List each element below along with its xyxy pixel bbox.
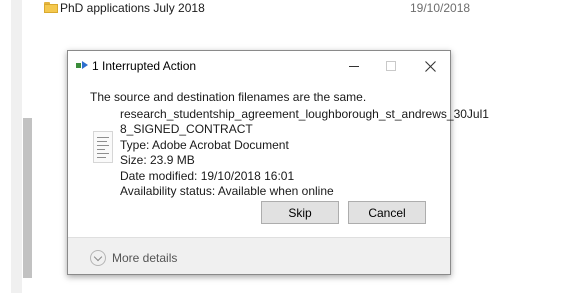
file-info: research_studentship_agreement_loughboro… [120, 107, 489, 199]
interrupted-action-dialog: 1 Interrupted Action The source and dest… [67, 50, 489, 275]
dialog-footer: More details [68, 237, 450, 274]
maximize-button [371, 51, 411, 81]
file-list-row[interactable]: PhD applications July 2018 19/10/2018 [40, 0, 579, 18]
copy-progress-icon [76, 60, 90, 72]
skip-button[interactable]: Skip [261, 201, 339, 224]
close-button[interactable] [410, 51, 450, 81]
screen: PhD applications July 2018 19/10/2018 1 … [0, 0, 579, 293]
file-date-modified: Date modified: 19/10/2018 16:01 [120, 168, 295, 183]
file-name-line1: research_studentship_agreement_loughboro… [120, 107, 489, 121]
minimize-icon [349, 65, 359, 67]
file-date: 19/10/2018 [410, 1, 471, 15]
close-icon [424, 60, 436, 72]
more-details-toggle[interactable]: More details [112, 251, 177, 265]
navigation-pane-edge [0, 0, 11, 293]
dialog-message: The source and destination filenames are… [90, 90, 367, 104]
chevron-down-icon[interactable] [90, 250, 106, 266]
maximize-icon [386, 61, 396, 71]
dialog-title: 1 Interrupted Action [92, 59, 197, 73]
navigation-scrollbar[interactable] [11, 0, 32, 293]
file-availability: Availability status: Available when onli… [120, 184, 334, 199]
file-size: Size: 23.9 MB [120, 153, 195, 168]
pdf-document-icon [93, 131, 113, 163]
dialog-titlebar[interactable]: 1 Interrupted Action [68, 51, 450, 81]
minimize-button[interactable] [334, 51, 374, 81]
scrollbar-thumb[interactable] [23, 118, 32, 278]
file-name-line2: 8_SIGNED_CONTRACT [120, 122, 253, 137]
file-name: PhD applications July 2018 [60, 1, 205, 15]
file-type: Type: Adobe Acrobat Document [120, 137, 289, 152]
folder-icon [44, 2, 58, 13]
cancel-button[interactable]: Cancel [348, 201, 426, 224]
